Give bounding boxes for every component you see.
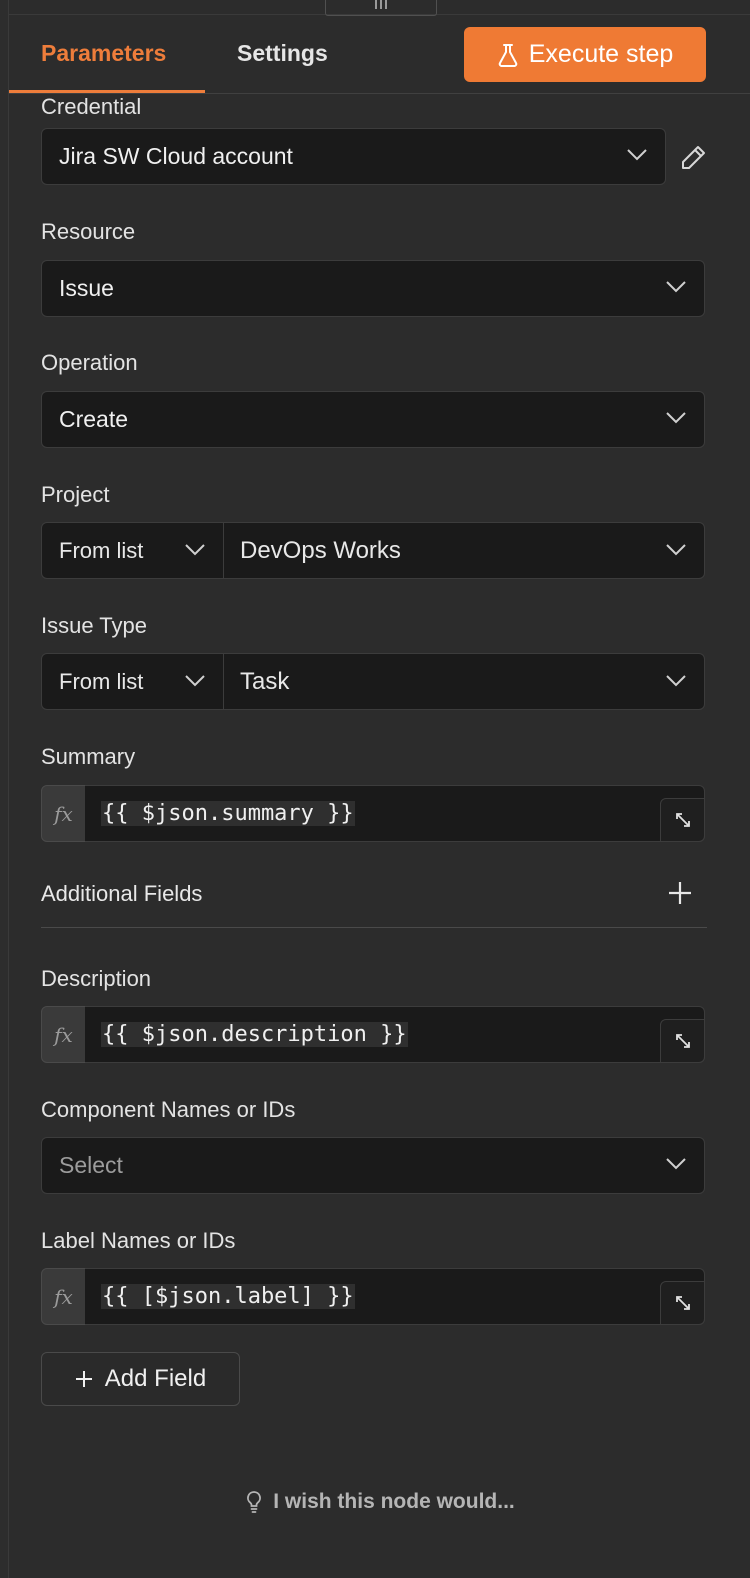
add-field-button[interactable]: Add Field xyxy=(41,1352,240,1406)
summary-expression-field: fx {{ $json.summary }} xyxy=(41,785,705,842)
drag-handle[interactable] xyxy=(325,0,437,16)
description-expression-field: fx {{ $json.description }} xyxy=(41,1006,705,1063)
issue-type-label: Issue Type xyxy=(41,613,147,638)
issue-type-mode-select[interactable]: From list xyxy=(42,654,224,709)
resource-select[interactable]: Issue xyxy=(41,260,705,317)
label-names-label: Label Names or IDs xyxy=(41,1228,236,1253)
project-label: Project xyxy=(41,482,110,507)
expand-editor-button[interactable] xyxy=(660,798,705,842)
tab-parameters[interactable]: Parameters xyxy=(41,40,166,67)
label-names-expression-value: {{ [$json.label] }} xyxy=(101,1284,355,1309)
execute-step-button[interactable]: Execute step xyxy=(464,27,706,82)
description-expression-value: {{ $json.description }} xyxy=(101,1022,408,1047)
operation-label: Operation xyxy=(41,350,138,375)
summary-label: Summary xyxy=(41,744,136,769)
add-field-label: Add Field xyxy=(104,1365,207,1392)
chevron-down-icon xyxy=(666,1158,686,1170)
node-parameters-panel: Parameters Settings Execute step Credent… xyxy=(8,0,750,1578)
operation-select[interactable]: Create xyxy=(41,391,705,448)
label-names-expression-input[interactable]: {{ [$json.label] }} xyxy=(85,1268,705,1325)
chevron-down-icon xyxy=(666,412,686,424)
chevron-down-icon xyxy=(666,544,686,556)
credential-value: Jira SW Cloud account xyxy=(59,143,293,169)
lightbulb-icon xyxy=(247,1491,262,1513)
tab-bar: Parameters Settings Execute step xyxy=(9,16,750,94)
project-value-select[interactable]: DevOps Works xyxy=(224,523,704,578)
feedback-link[interactable]: I wish this node would... xyxy=(9,1490,750,1514)
expand-icon xyxy=(675,813,690,827)
additional-fields-label: Additional Fields xyxy=(41,881,203,906)
chevron-down-icon xyxy=(627,149,647,161)
project-mode-value: From list xyxy=(59,537,144,563)
description-label: Description xyxy=(41,966,152,991)
project-value: DevOps Works xyxy=(240,536,401,564)
label-names-expression-field: fx {{ [$json.label] }} xyxy=(41,1268,705,1325)
summary-expression-input[interactable]: {{ $json.summary }} xyxy=(85,785,705,842)
flask-icon xyxy=(498,43,517,67)
issue-type-value-select[interactable]: Task xyxy=(224,654,704,709)
component-names-placeholder: Select xyxy=(59,1152,123,1178)
pencil-icon[interactable] xyxy=(679,144,707,172)
expand-editor-button[interactable] xyxy=(660,1281,705,1325)
fx-icon: fx xyxy=(41,1006,86,1063)
feedback-link-label: I wish this node would... xyxy=(273,1490,515,1513)
fx-icon: fx xyxy=(41,1268,86,1325)
component-names-select[interactable]: Select xyxy=(41,1137,705,1194)
issue-type-mode-value: From list xyxy=(59,668,144,694)
expand-icon xyxy=(675,1296,690,1310)
resource-label: Resource xyxy=(41,219,136,244)
plus-icon[interactable] xyxy=(667,880,693,906)
component-names-label: Component Names or IDs xyxy=(41,1097,296,1122)
issue-type-value: Task xyxy=(240,667,290,695)
additional-fields-header: Additional Fields xyxy=(41,878,707,928)
description-expression-input[interactable]: {{ $json.description }} xyxy=(85,1006,705,1063)
resource-value: Issue xyxy=(59,275,114,301)
fx-icon: fx xyxy=(41,785,86,842)
credential-label: Credential xyxy=(41,94,142,119)
chevron-down-icon xyxy=(666,675,686,687)
execute-step-label: Execute step xyxy=(528,40,674,68)
project-mode-select[interactable]: From list xyxy=(42,523,224,578)
chevron-down-icon xyxy=(185,675,205,687)
summary-expression-value: {{ $json.summary }} xyxy=(101,801,355,826)
project-field: From list DevOps Works xyxy=(41,522,705,579)
active-tab-indicator xyxy=(9,90,205,93)
chevron-down-icon xyxy=(185,544,205,556)
credential-select[interactable]: Jira SW Cloud account xyxy=(41,128,666,185)
expand-icon xyxy=(675,1034,690,1048)
plus-icon xyxy=(75,1371,92,1387)
chevron-down-icon xyxy=(666,281,686,293)
grip-icon xyxy=(375,0,387,9)
tab-settings[interactable]: Settings xyxy=(237,40,328,67)
issue-type-field: From list Task xyxy=(41,653,705,710)
operation-value: Create xyxy=(59,406,129,432)
expand-editor-button[interactable] xyxy=(660,1019,705,1063)
